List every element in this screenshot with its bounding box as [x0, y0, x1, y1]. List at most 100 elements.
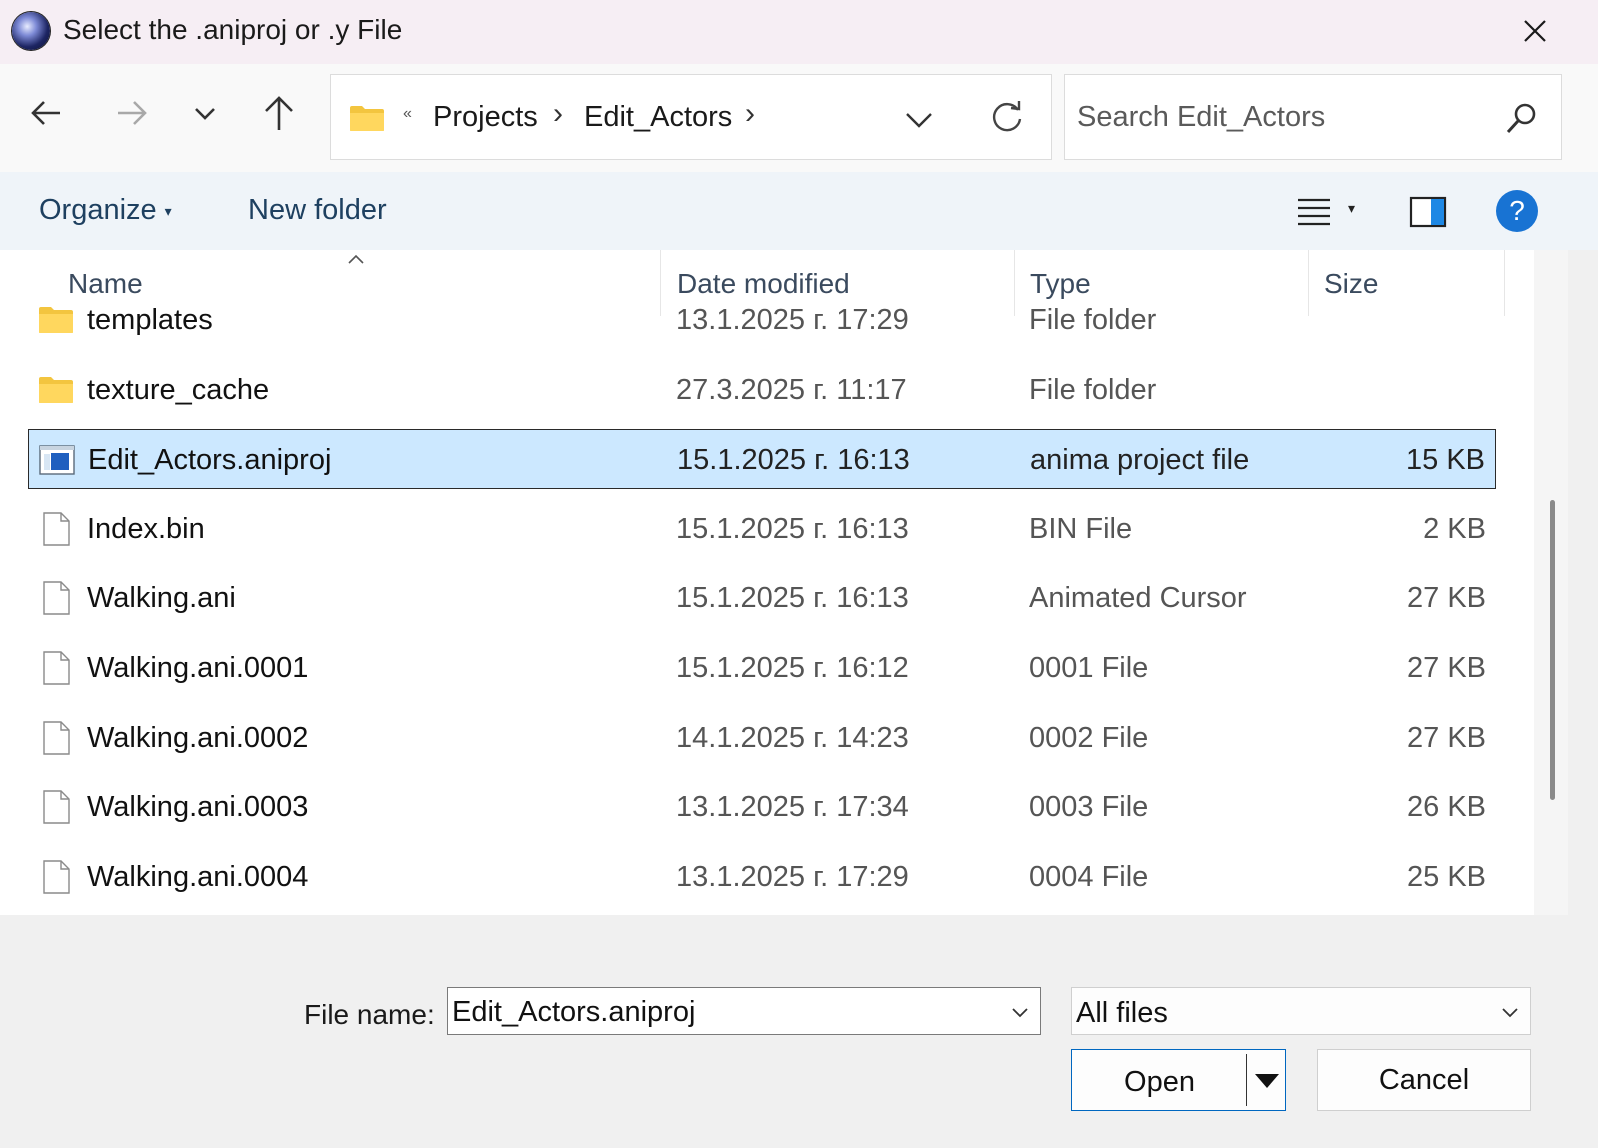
file-name: templates	[87, 304, 213, 336]
file-date-modified: 13.1.2025 г. 17:29	[676, 304, 909, 336]
folder-icon	[38, 302, 74, 338]
file-type: 0004 File	[1029, 860, 1149, 893]
file-row[interactable]: Walking.ani.0002 14.1.2025 г. 14:23 0002 F…	[28, 708, 1496, 768]
file-name: Walking.ani	[87, 582, 236, 615]
title-bar: Select the .aniproj or .y File	[0, 0, 1598, 64]
sort-ascending-icon	[348, 254, 364, 264]
file-name: Index.bin	[87, 512, 205, 545]
chevron-down-icon[interactable]	[1008, 1000, 1032, 1024]
file-icon	[38, 859, 74, 895]
file-type-select[interactable]: All files	[1071, 987, 1531, 1035]
file-type: 0003 File	[1029, 791, 1149, 824]
breadcrumb-projects[interactable]: Projects	[433, 101, 538, 134]
scrollbar-thumb[interactable]	[1550, 500, 1555, 800]
file-size: 27 KB	[1407, 721, 1486, 754]
file-row[interactable]: Walking.ani 15.1.2025 г. 16:13 Animated Cu…	[28, 568, 1496, 628]
search-input[interactable]	[1077, 97, 1497, 137]
column-divider[interactable]	[1504, 250, 1505, 316]
file-row[interactable]: Walking.ani.0004 13.1.2025 г. 17:29 0004 F…	[28, 847, 1496, 907]
search-icon[interactable]	[1501, 99, 1541, 139]
caret-down-icon[interactable]: ▾	[1348, 200, 1355, 217]
forward-button[interactable]	[108, 90, 154, 136]
overflow-chevron-icon[interactable]: «	[403, 105, 412, 123]
file-row[interactable]: Index.bin 15.1.2025 г. 16:13 BIN File 2 KB	[28, 499, 1496, 559]
dialog-footer: File name: All files Open Cancel	[0, 915, 1598, 1148]
arrow-left-icon	[31, 101, 60, 125]
caret-down-icon: ▾	[164, 202, 172, 219]
folder-icon	[38, 372, 74, 408]
file-type: BIN File	[1029, 512, 1133, 545]
file-name: Walking.ani.0001	[87, 652, 309, 684]
navigation-bar: « Projects › Edit_Actors ›	[0, 64, 1598, 172]
file-type-value: All files	[1076, 997, 1168, 1029]
address-bar[interactable]: « Projects › Edit_Actors ›	[330, 74, 1052, 160]
file-name-combobox[interactable]	[447, 987, 1041, 1035]
file-size: 15 KB	[1406, 444, 1485, 477]
file-size: 27 KB	[1407, 652, 1486, 684]
file-size: 26 KB	[1407, 791, 1486, 824]
breadcrumb-separator-icon[interactable]: ›	[553, 97, 563, 131]
organize-button[interactable]: Organize ▾	[39, 194, 172, 227]
organize-label: Organize	[39, 194, 157, 226]
file-row[interactable]: Walking.ani.0003 13.1.2025 г. 17:34 0003 F…	[28, 777, 1496, 837]
file-row[interactable]: texture_cache 27.3.2025 г. 11:17 File fold…	[28, 360, 1496, 420]
new-folder-button[interactable]: New folder	[248, 194, 387, 227]
file-type: File folder	[1029, 373, 1157, 406]
cancel-button[interactable]: Cancel	[1317, 1049, 1531, 1111]
file-name-label: File name:	[304, 999, 435, 1030]
open-dropdown-arrow-icon[interactable]	[1254, 1072, 1280, 1090]
file-list[interactable]: Name Date modified Type Size templates 13…	[0, 250, 1534, 915]
file-icon	[38, 720, 74, 756]
file-icon	[38, 650, 74, 686]
help-button[interactable]: ?	[1496, 190, 1538, 232]
file-icon	[38, 511, 74, 547]
file-name-input[interactable]	[452, 994, 992, 1030]
arrow-right-icon	[118, 101, 147, 125]
file-date-modified: 15.1.2025 г. 16:13	[677, 444, 910, 477]
breadcrumb-edit-actors[interactable]: Edit_Actors	[584, 101, 732, 134]
file-name: Walking.ani.0004	[87, 860, 309, 893]
address-history-dropdown-icon[interactable]	[901, 101, 937, 137]
chevron-down-icon	[195, 108, 215, 120]
file-type: anima project file	[1030, 444, 1250, 477]
breadcrumb-separator-icon[interactable]: ›	[745, 97, 755, 131]
file-date-modified: 15.1.2025 г. 16:13	[676, 512, 909, 545]
file-name: Walking.ani.0002	[87, 721, 309, 754]
file-type: File folder	[1029, 304, 1157, 336]
vertical-scrollbar[interactable]	[1534, 250, 1568, 915]
file-name: texture_cache	[87, 373, 270, 406]
file-date-modified: 27.3.2025 г. 11:17	[676, 373, 907, 406]
close-icon	[1524, 20, 1546, 42]
close-button[interactable]	[1510, 8, 1560, 54]
back-button[interactable]	[24, 90, 70, 136]
file-icon	[38, 789, 74, 825]
open-button[interactable]: Open	[1071, 1049, 1286, 1111]
preview-pane-icon[interactable]	[1408, 192, 1448, 232]
refresh-icon[interactable]	[987, 97, 1027, 137]
view-options-icon[interactable]	[1294, 192, 1334, 232]
arrow-up-icon	[265, 96, 293, 130]
file-type: 0002 File	[1029, 721, 1149, 754]
split-divider	[1246, 1054, 1247, 1106]
file-date-modified: 13.1.2025 г. 17:34	[676, 791, 909, 824]
command-bar: Organize ▾ New folder ▾ ?	[0, 172, 1598, 250]
app-logo-icon	[12, 12, 50, 50]
file-size: 2 KB	[1423, 512, 1486, 545]
file-date-modified: 13.1.2025 г. 17:29	[676, 860, 909, 893]
search-box[interactable]	[1064, 74, 1562, 160]
file-row[interactable]: Walking.ani.0001 15.1.2025 г. 16:12 0001 F…	[28, 638, 1496, 698]
open-label: Open	[1124, 1066, 1195, 1098]
file-date-modified: 15.1.2025 г. 16:12	[676, 652, 909, 684]
window-title: Select the .aniproj or .y File	[63, 14, 403, 45]
up-button[interactable]	[256, 90, 302, 136]
file-row[interactable]: templates 13.1.2025 г. 17:29 File folder	[28, 290, 1496, 350]
file-row-selected[interactable]: Edit_Actors.aniproj 15.1.2025 г. 16:13 ani…	[28, 429, 1496, 490]
file-icon	[38, 580, 74, 616]
recent-locations-button[interactable]	[182, 90, 228, 136]
file-date-modified: 15.1.2025 г. 16:13	[676, 582, 909, 615]
chevron-down-icon[interactable]	[1498, 1000, 1522, 1024]
file-name: Edit_Actors.aniproj	[88, 444, 332, 477]
file-date-modified: 14.1.2025 г. 14:23	[676, 721, 909, 754]
folder-icon	[350, 106, 384, 131]
file-type: 0001 File	[1029, 652, 1149, 684]
